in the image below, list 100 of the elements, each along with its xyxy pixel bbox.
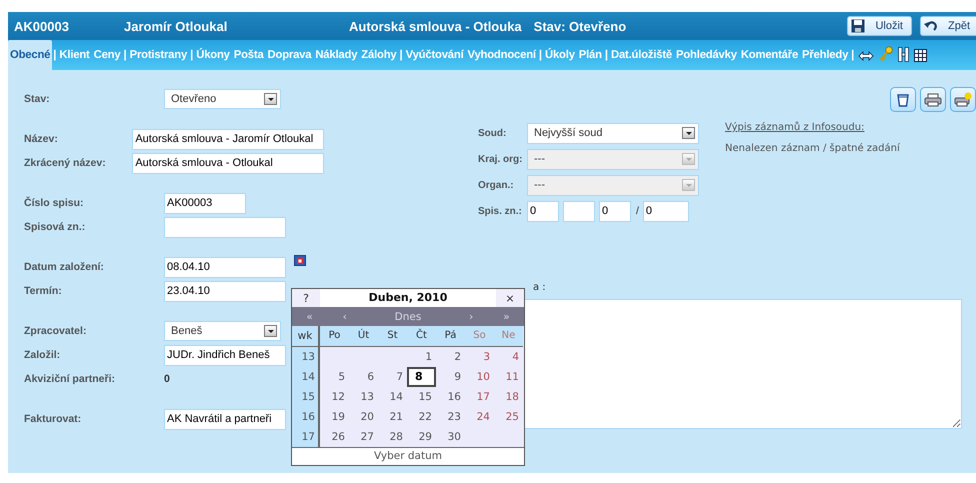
trash-icon	[897, 92, 909, 106]
month-nav-button[interactable]: ‹	[327, 307, 362, 326]
day-cell[interactable]: 17	[465, 387, 494, 407]
case-code: AK00003	[14, 18, 70, 34]
tab-separator: |	[538, 49, 544, 63]
day-cell[interactable]: 15	[407, 387, 436, 407]
day-cell[interactable]: 4	[494, 347, 523, 367]
note-label: a :	[533, 282, 547, 293]
month-nav-button[interactable]: »	[488, 307, 524, 326]
text-field[interactable]: AK Navrátil a partneři	[164, 408, 286, 430]
day-cell[interactable]: 5	[320, 367, 349, 387]
day-cell[interactable]: 18	[494, 387, 523, 407]
text-field[interactable]	[563, 200, 595, 222]
infosoud-link[interactable]: Výpis záznamů z Infosoudu:	[725, 122, 864, 133]
tab-separator: |	[122, 49, 128, 63]
week-number: 13	[292, 347, 320, 367]
print-preview-button[interactable]	[950, 87, 976, 112]
table-icon[interactable]	[914, 49, 928, 62]
trash-button[interactable]	[890, 87, 916, 112]
week-number: 14	[292, 367, 320, 387]
dropdown[interactable]: Beneš	[164, 321, 281, 341]
day-cell[interactable]: 27	[349, 427, 378, 447]
day-cell[interactable]: 12	[320, 387, 349, 407]
day-cell[interactable]: 14	[378, 387, 407, 407]
help-button[interactable]: ?	[292, 289, 320, 307]
text-field[interactable]: 0	[599, 200, 631, 222]
field-label: Zkrácený název:	[24, 157, 107, 169]
day-cell[interactable]: 26	[320, 427, 349, 447]
tab-separator: |	[850, 49, 856, 63]
print-button[interactable]	[920, 87, 946, 112]
partner-count: 0	[164, 373, 170, 385]
field-label: Číslo spisu:	[24, 197, 85, 209]
text-field[interactable]: 0	[527, 200, 559, 222]
tab-separator: |	[604, 49, 610, 63]
text-field[interactable]: Autorská smlouva - Jaromír Otloukal	[132, 128, 324, 150]
tab[interactable]: Obecné	[8, 40, 52, 70]
double-arrow-icon[interactable]	[858, 50, 874, 62]
day-cell[interactable]: 28	[378, 427, 407, 447]
field-label: Datum založení:	[24, 261, 105, 273]
weekday-header: Pá	[436, 326, 465, 347]
field-label: Akviziční partneři:	[24, 373, 116, 385]
day-cell[interactable]: 10	[465, 367, 494, 387]
field-label: Založil:	[24, 349, 62, 361]
close-button[interactable]: ×	[496, 289, 524, 307]
week-number: 16	[292, 407, 320, 427]
weekday-header: Ne	[494, 326, 523, 347]
day-cell[interactable]: 13	[349, 387, 378, 407]
day-cell[interactable]: 11	[494, 367, 523, 387]
day-cell[interactable]: 23	[436, 407, 465, 427]
text-field[interactable]	[164, 216, 286, 238]
save-button[interactable]: Uložit	[847, 16, 912, 36]
h-bars-icon[interactable]	[898, 47, 910, 62]
text-field[interactable]: AK00003	[164, 192, 246, 214]
infosoud-message: Nenalezen záznam / špatné zadání	[725, 143, 901, 154]
month-nav-button[interactable]: ›	[454, 307, 489, 326]
dropdown[interactable]: Otevřeno	[164, 89, 281, 109]
field-label: Kraj. org:	[478, 154, 524, 164]
key-icon[interactable]	[879, 46, 894, 62]
client-name: Jaromír Otloukal	[124, 18, 228, 34]
calendar-icon[interactable]	[294, 254, 306, 266]
tab-separator: |	[52, 49, 58, 63]
day-cell[interactable]: 25	[494, 407, 523, 427]
dropdown[interactable]: Nejvyšší soud	[527, 122, 699, 144]
date-field[interactable]: 08.04.10	[164, 256, 286, 278]
day-cell[interactable]: 24	[465, 407, 494, 427]
day-cell[interactable]: 20	[349, 407, 378, 427]
weekday-header: Po	[320, 326, 349, 347]
field-label: Spis. zn.:	[478, 206, 523, 216]
day-cell[interactable]: 30	[436, 427, 465, 447]
weekday-header: Út	[349, 326, 378, 347]
field-label: Zpracovatel:	[24, 325, 88, 337]
printer-icon	[954, 92, 972, 107]
day-cell[interactable]: 3	[465, 347, 494, 367]
case-status: Stav: Otevřeno	[534, 18, 626, 34]
text-field[interactable]: 0	[642, 200, 689, 222]
day-cell[interactable]: 9	[436, 367, 465, 387]
field-label: Soud:	[478, 128, 508, 138]
day-cell[interactable]: 1	[407, 347, 436, 367]
case-title: Autorská smlouva - Otlouka	[349, 18, 522, 34]
text-field[interactable]: 23.04.10	[164, 280, 286, 302]
back-button[interactable]: Zpět	[920, 16, 976, 36]
week-number: 17	[292, 427, 320, 447]
day-cell[interactable]: 8	[407, 367, 436, 387]
day-cell[interactable]: 7	[378, 367, 407, 387]
day-cell[interactable]: 29	[407, 427, 436, 447]
day-cell[interactable]: 2	[436, 347, 465, 367]
field-label: Termín:	[24, 285, 63, 297]
weekday-header: So	[465, 326, 494, 347]
calendar-footer: Vyber datum	[292, 447, 524, 465]
month-nav-button[interactable]: «	[292, 307, 328, 326]
day-cell[interactable]: 19	[320, 407, 349, 427]
day-cell[interactable]: 6	[349, 367, 378, 387]
weekday-header: Čt	[407, 326, 436, 347]
text-field[interactable]: JUDr. Jindřich Beneš	[164, 344, 286, 366]
day-cell[interactable]: 22	[407, 407, 436, 427]
day-cell[interactable]: 21	[378, 407, 407, 427]
text-field[interactable]: Autorská smlouva - Otloukal	[132, 152, 324, 174]
month-title: Duben, 2010	[368, 290, 448, 306]
day-cell[interactable]: 16	[436, 387, 465, 407]
tab-separator: |	[398, 49, 404, 63]
